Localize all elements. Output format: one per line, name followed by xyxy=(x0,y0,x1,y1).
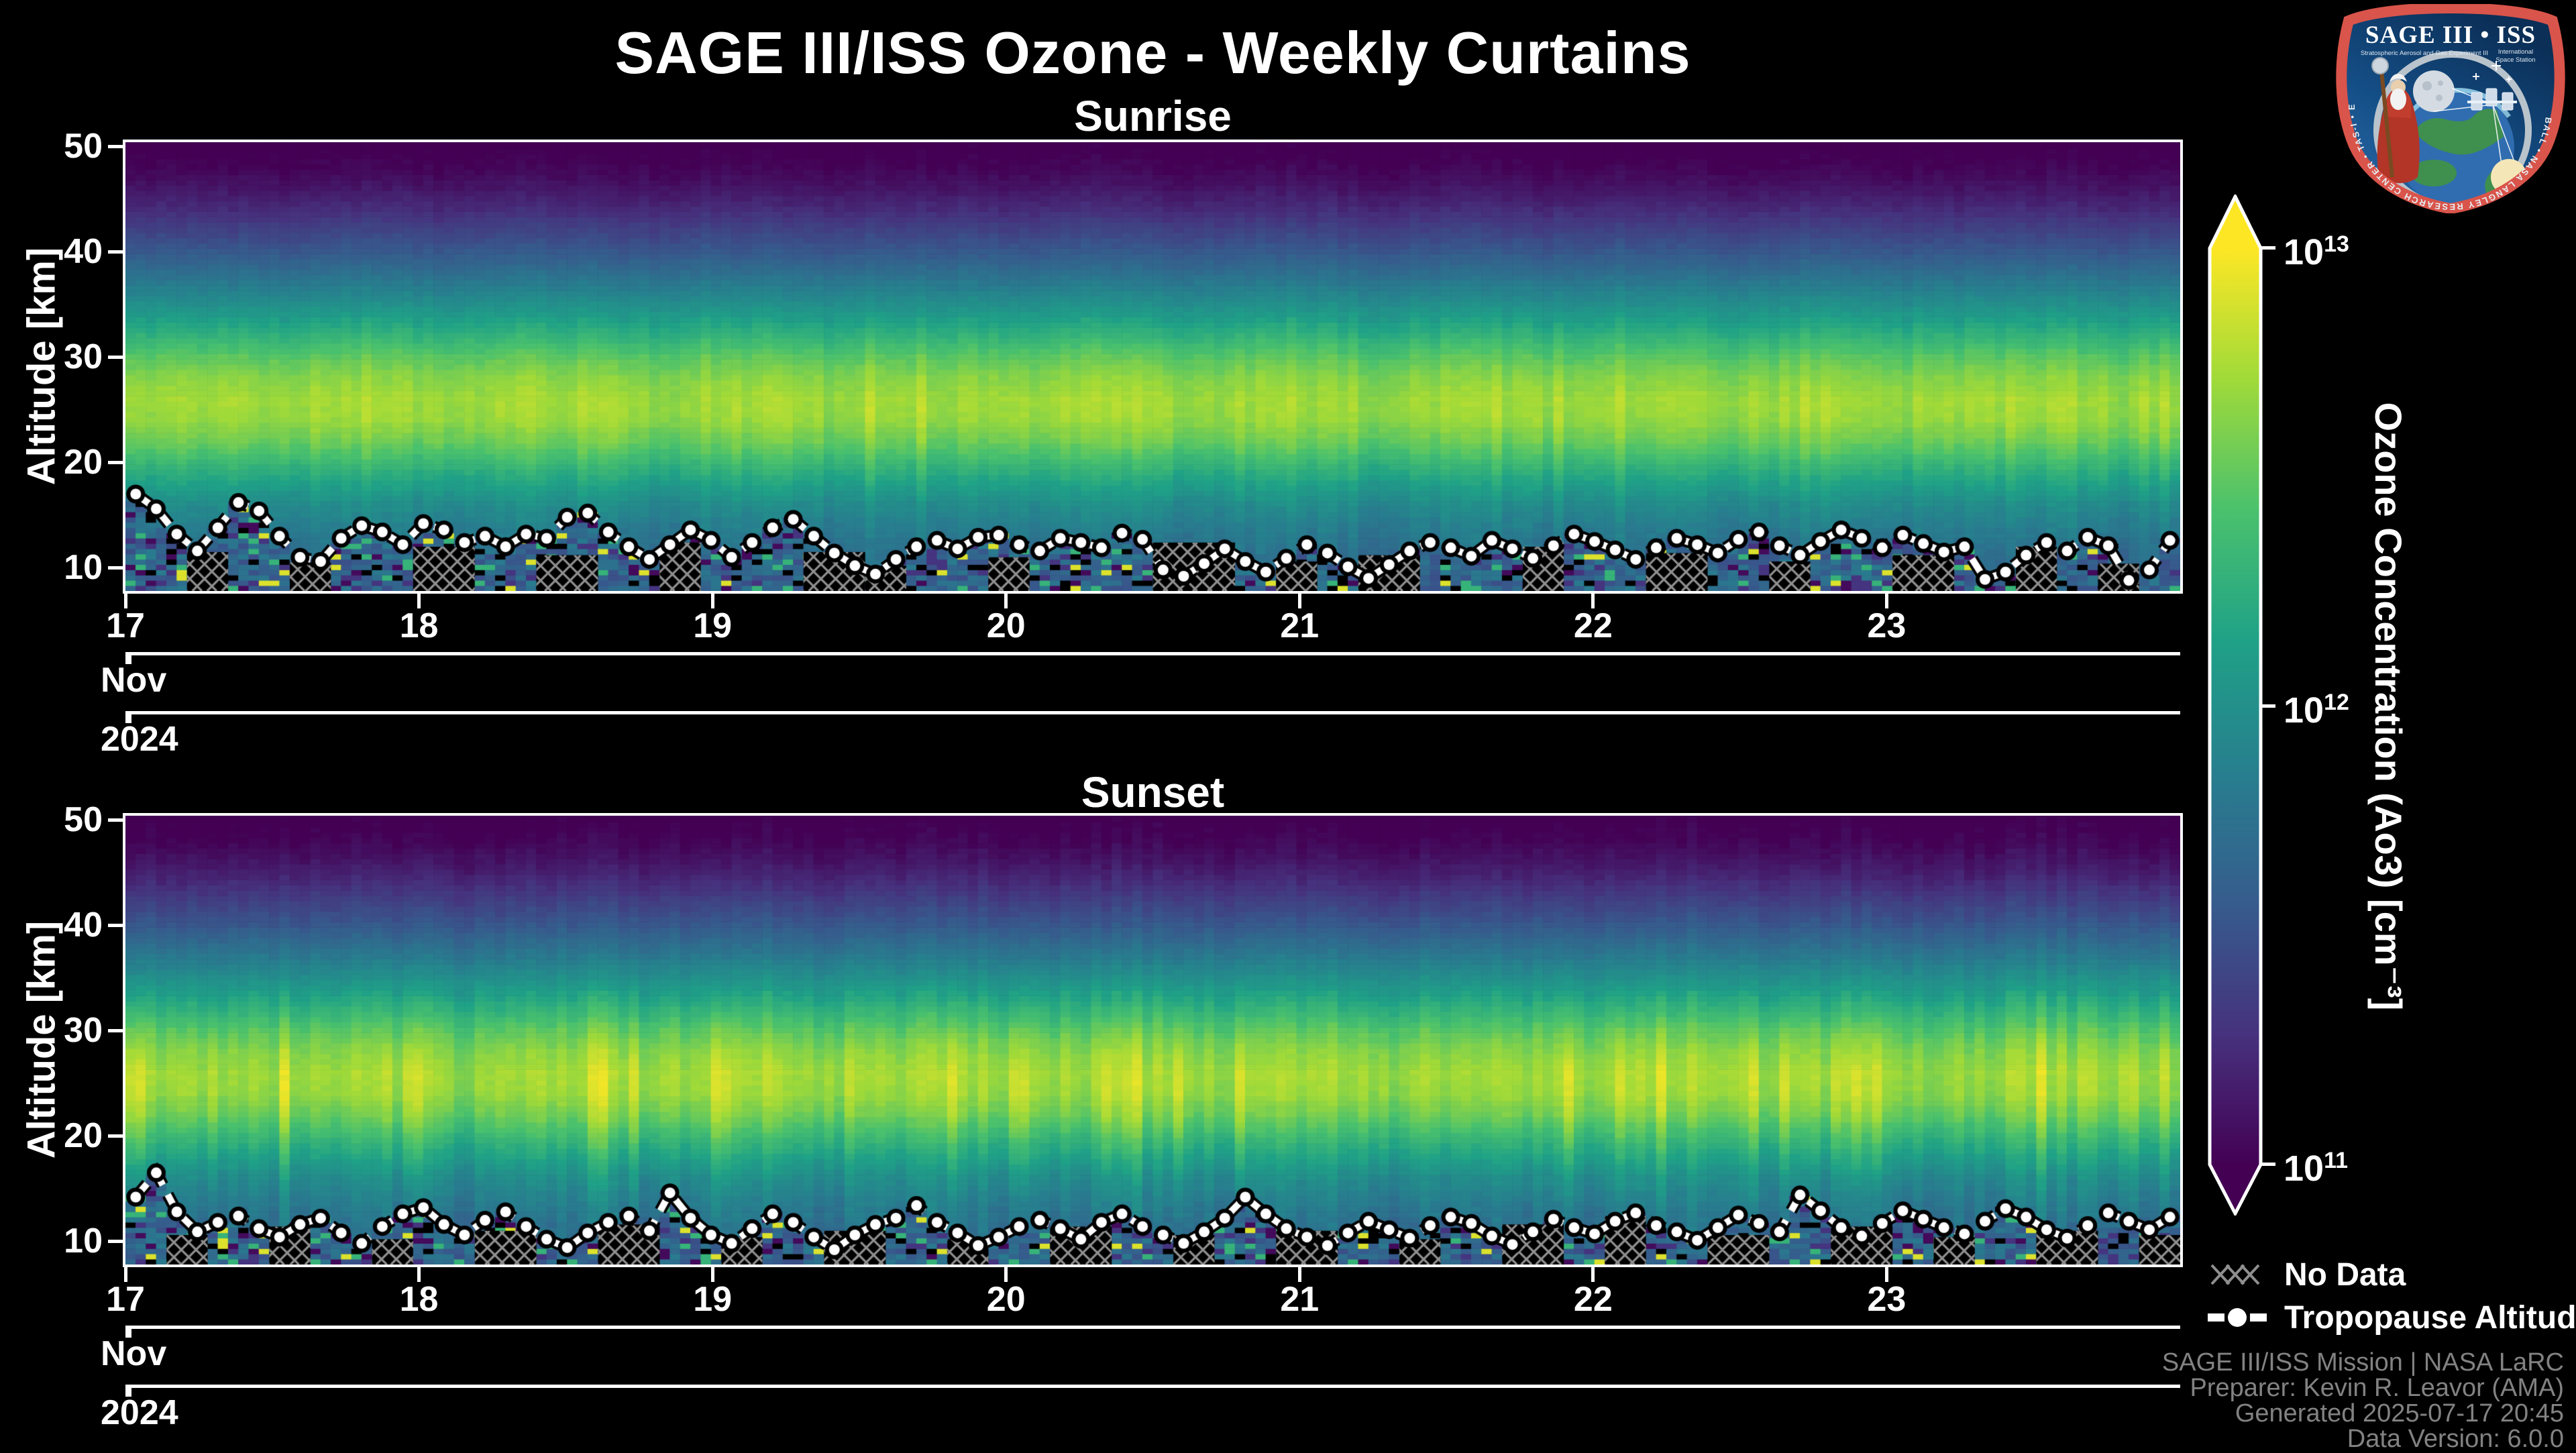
colorbar-tick-label-1e13: 1013 xyxy=(2284,231,2349,272)
credit-data-version: Data Version: 6.0.0 xyxy=(2347,1425,2564,1453)
y-tick-label: 30 xyxy=(64,337,103,377)
year-axis-line xyxy=(125,711,2180,714)
x-tick-label: 19 xyxy=(693,1280,733,1319)
sunrise-panel-title: Sunrise xyxy=(1074,92,1232,140)
y-tick xyxy=(108,355,123,359)
colorbar-axis-label: Ozone Concentration (Ao3) [cm⁻³] xyxy=(2367,402,2410,1011)
y-tick-label: 50 xyxy=(64,800,103,840)
x-tick-label: 21 xyxy=(1280,606,1320,645)
credit-preparer: Preparer: Kevin R. Leavor (AMA) xyxy=(2190,1374,2564,1402)
colorbar-tick-label-1e11: 1011 xyxy=(2284,1148,2349,1189)
x-tick-label: 20 xyxy=(986,606,1026,645)
x-tick-label: 18 xyxy=(399,1280,439,1319)
no-data-hatch-icon xyxy=(2210,1264,2260,1285)
y-tick-label: 40 xyxy=(64,906,103,945)
month-axis-line xyxy=(125,1326,2180,1329)
x-tick-label: 17 xyxy=(106,1280,145,1319)
sage-iii-iss-mission-patch-logo: SAGE III • ISS Stratospheric Aerosol and… xyxy=(2333,4,2568,213)
x-tick-label: 23 xyxy=(1867,1280,1907,1319)
page-title: SAGE III/ISS Ozone - Weekly Curtains xyxy=(614,19,1691,86)
month-label: Nov xyxy=(101,661,167,700)
y-tick-label: 20 xyxy=(64,443,103,482)
patch-subtitle-right-1: International xyxy=(2498,48,2533,56)
y-tick xyxy=(108,566,123,570)
x-tick-label: 21 xyxy=(1280,1280,1320,1319)
x-tick-label: 23 xyxy=(1867,606,1907,645)
colorbar-tick xyxy=(2261,704,2275,708)
colorbar-tick-label-1e12: 1012 xyxy=(2284,690,2349,731)
colorbar-tick xyxy=(2261,246,2275,250)
y-tick xyxy=(108,923,123,927)
legend-label: Tropopause Altitude xyxy=(2284,1299,2576,1336)
patch-subtitle-right-2: Space Station xyxy=(2496,56,2535,64)
sunset-heatmap-canvas xyxy=(125,816,2180,1264)
x-tick-label: 20 xyxy=(986,1280,1026,1319)
moon-icon xyxy=(2413,70,2455,112)
credits-block: SAGE III/ISS Mission | NASA LaRC Prepare… xyxy=(2162,1350,2564,1452)
y-tick-label: 40 xyxy=(64,232,103,272)
legend-item-tropopause: Tropopause Altitude xyxy=(2208,1299,2576,1336)
colorbar xyxy=(2208,195,2263,1216)
y-tick xyxy=(108,460,123,464)
year-label: 2024 xyxy=(101,720,178,759)
credit-generated: Generated 2025-07-17 20:45 xyxy=(2235,1399,2564,1428)
tropopause-line-icon xyxy=(2208,1308,2267,1327)
x-tick-label: 18 xyxy=(399,606,439,645)
y-tick xyxy=(108,1239,123,1243)
year-axis-line xyxy=(125,1385,2180,1388)
colorbar-tick xyxy=(2261,1163,2275,1166)
month-axis-line xyxy=(125,652,2180,655)
year-label: 2024 xyxy=(101,1393,178,1432)
y-tick-label: 10 xyxy=(64,548,103,588)
credit-mission: SAGE III/ISS Mission | NASA LaRC xyxy=(2161,1348,2564,1377)
sunset-plot-area xyxy=(123,813,2183,1267)
y-tick-label: 10 xyxy=(64,1222,103,1261)
y-tick-label: 50 xyxy=(64,127,103,166)
sunrise-plot-area xyxy=(123,140,2183,594)
month-label: Nov xyxy=(101,1334,167,1373)
legend-item-no-data: No Data xyxy=(2208,1256,2406,1293)
x-tick-label: 19 xyxy=(693,606,733,645)
colorbar-gradient-bar xyxy=(2208,195,2263,1216)
y-tick xyxy=(108,144,123,148)
y-tick-label: 30 xyxy=(64,1011,103,1051)
sunset-panel-title: Sunset xyxy=(1081,768,1225,816)
y-tick xyxy=(108,1134,123,1138)
legend-label: No Data xyxy=(2284,1256,2406,1293)
patch-title: SAGE III • ISS xyxy=(2365,21,2536,49)
x-tick-label: 17 xyxy=(106,606,145,645)
y-tick xyxy=(108,250,123,254)
y-tick xyxy=(108,818,123,822)
patch-subtitle-left: Stratospheric Aerosol and Gas Experiment… xyxy=(2361,50,2488,57)
x-tick-label: 22 xyxy=(1573,1280,1613,1319)
x-tick-label: 22 xyxy=(1573,606,1613,645)
y-tick xyxy=(108,1028,123,1032)
sunrise-heatmap-canvas xyxy=(125,142,2180,591)
y-tick-label: 20 xyxy=(64,1116,103,1156)
